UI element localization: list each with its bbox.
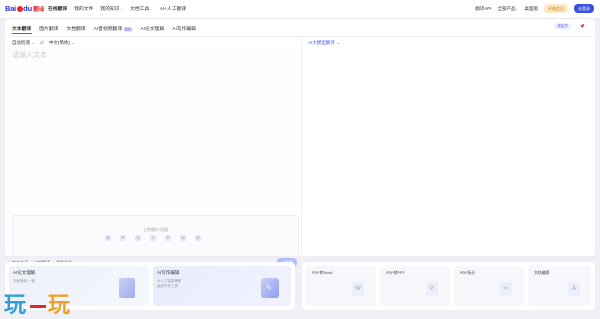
translate-tabs: 文本翻译 图片翻译 文档翻译 AI音视频翻译 限时 AI论文理解 AI写作编辑 [12,25,196,32]
card-subtitle: 文献速读,一键 [13,279,35,283]
nav-desktop[interactable]: 桌面版 [525,6,539,12]
target-lang-select[interactable]: 中文(简体) ⌄ [49,40,75,46]
source-input[interactable]: 请输入文本 [12,50,47,60]
main-nav: 在线翻译 我的文件 我的知识⌄ 文档工具⌄ AI+人工翻译 [48,5,186,12]
ai-model-label: AI大模型翻译 [308,40,335,45]
chevron-down-icon: ⌄ [120,7,124,11]
baidu-translate-logo[interactable]: Bai du 翻译 [5,3,44,14]
target-pane: AI大模型翻译 ⌄ [305,37,593,254]
card-title: 文档编辑 [534,271,550,275]
tab-writing-edit[interactable]: AI写作编辑 [172,25,196,32]
swap-icon[interactable]: ⇄ [40,40,44,46]
source-lang-label: 自动检测 [12,40,30,45]
chevron-down-icon: ⌄ [71,40,75,45]
word-icon: W [352,282,364,296]
card-title: PDF转PPT [386,271,405,275]
document-icon [119,278,135,298]
nav-doc-tools-label: 文档工具 [130,7,150,12]
translator-panel: 文本翻译 图片翻译 文档翻译 AI音视频翻译 限时 AI论文理解 AI写作编辑 领… [5,19,595,267]
ai-model-select[interactable]: AI大模型翻译 ⌄ [308,40,340,46]
nav-my-files[interactable]: 我的文件 [74,5,93,12]
source-lang-bar: 自动检测 ⌄ ⇄ 中文(简体) ⌄ [12,40,75,46]
text-edit-icon: A [568,282,580,296]
upload-hint: 上传图片/文档 [142,227,169,232]
word-file-icon: W [105,235,111,241]
pen-document-icon: ✎ [261,278,279,298]
watermark-char-2: 玩 [48,292,73,317]
card-doc-edit[interactable]: 文档编辑 A [528,266,591,306]
source-grid-background [9,49,297,209]
nav-translate-api[interactable]: 翻译API [475,6,491,12]
active-tab-indicator [12,33,32,34]
excel-file-icon: X [135,235,141,241]
card-subtitle-2: 高效写作工具 [157,284,178,288]
source-lang-select[interactable]: 自动检测 ⌄ [12,40,35,46]
tab-av-translate[interactable]: AI音视频翻译 限时 [94,25,133,32]
nav-ai-human-translate[interactable]: AI+人工翻译 [160,5,187,12]
card-title: PDF拆分 [460,271,476,275]
vip-button[interactable]: 开通会员 [544,4,568,13]
send-icon[interactable] [579,23,585,29]
nav-my-knowledge-label: 我的知识 [100,7,120,12]
tab-av-translate-label: AI音视频翻译 [93,27,123,32]
card-pdf-split[interactable]: PDF拆分 ✂ [454,266,524,306]
top-bar: Bai du 翻译 在线翻译 我的文件 我的知识⌄ 文档工具⌄ AI+人工翻译 … [0,0,600,19]
logo-bai-text: Bai [5,4,17,13]
paw-icon [16,6,23,12]
card-title: AI写作编辑 [157,270,180,275]
upload-area[interactable]: 上传图片/文档 W P X T P W M [12,215,299,257]
nav-online-translate[interactable]: 在线翻译 [48,5,67,12]
pdf-file-icon: P [120,235,126,241]
watermark-dash [30,304,47,308]
tab-paper-understand[interactable]: AI论文理解 [141,25,165,32]
ppt-file-icon: P [165,235,171,241]
watermark-char-1: 玩 [4,292,29,317]
doc-tools-group: PDF转Word W PDF转PPT P PDF拆分 ✂ 文档编辑 A [302,262,595,310]
card-title: AI论文理解 [13,270,36,275]
pane-divider [301,37,302,254]
tab-image-translate[interactable]: 图片翻译 [39,25,58,32]
login-button[interactable]: 去登录 [574,4,594,13]
chevron-down-icon: ⌄ [31,40,36,45]
target-lang-label: 中文(简体) [48,40,70,45]
chevron-down-icon: ⌄ [149,7,153,11]
text-file-icon: T [150,235,156,241]
member-pill[interactable]: 领会员 [554,23,571,30]
card-pdf-to-ppt[interactable]: PDF转PPT P [380,266,450,306]
ppt-icon: P [426,282,438,296]
nav-my-knowledge[interactable]: 我的知识⌄ [100,5,123,12]
tab-doc-translate[interactable]: 文档翻译 [66,25,85,32]
pen-icon: ✎ [266,285,272,292]
source-pane: 自动检测 ⌄ ⇄ 中文(简体) ⌄ 请输入文本 上传图片/文档 W P X T … [9,37,299,267]
nav-all-products-label: 全部产品 [497,5,516,11]
limited-badge: 限时 [123,26,133,32]
file-type-icons: W P X T P W M [105,235,201,241]
card-ai-writing[interactable]: AI写作编辑 AI人工智能辅助 高效写作工具 ✎ [153,266,291,306]
scissors-icon: ✂ [500,282,512,296]
card-pdf-to-word[interactable]: PDF转Word W [306,266,376,306]
tab-text-translate[interactable]: 文本翻译 [12,25,31,32]
media-file-icon: M [195,235,201,241]
nav-doc-tools[interactable]: 文档工具⌄ [130,5,153,12]
right-nav: 翻译API 全部产品⌄ 桌面版 开通会员 去登录 [475,4,594,13]
chevron-down-icon: ⌄ [515,6,519,11]
logo-du-text: du [23,4,33,13]
nav-all-products[interactable]: 全部产品⌄ [498,6,519,12]
card-title: PDF转Word [312,271,333,275]
watermark: 玩玩 [4,287,72,319]
feature-cards: AI论文理解 文献速读,一键 AI写作编辑 AI人工智能辅助 高效写作工具 ✎ … [5,262,595,310]
logo-fanyi-text: 翻译 [33,6,45,13]
wps-file-icon: W [180,235,186,241]
